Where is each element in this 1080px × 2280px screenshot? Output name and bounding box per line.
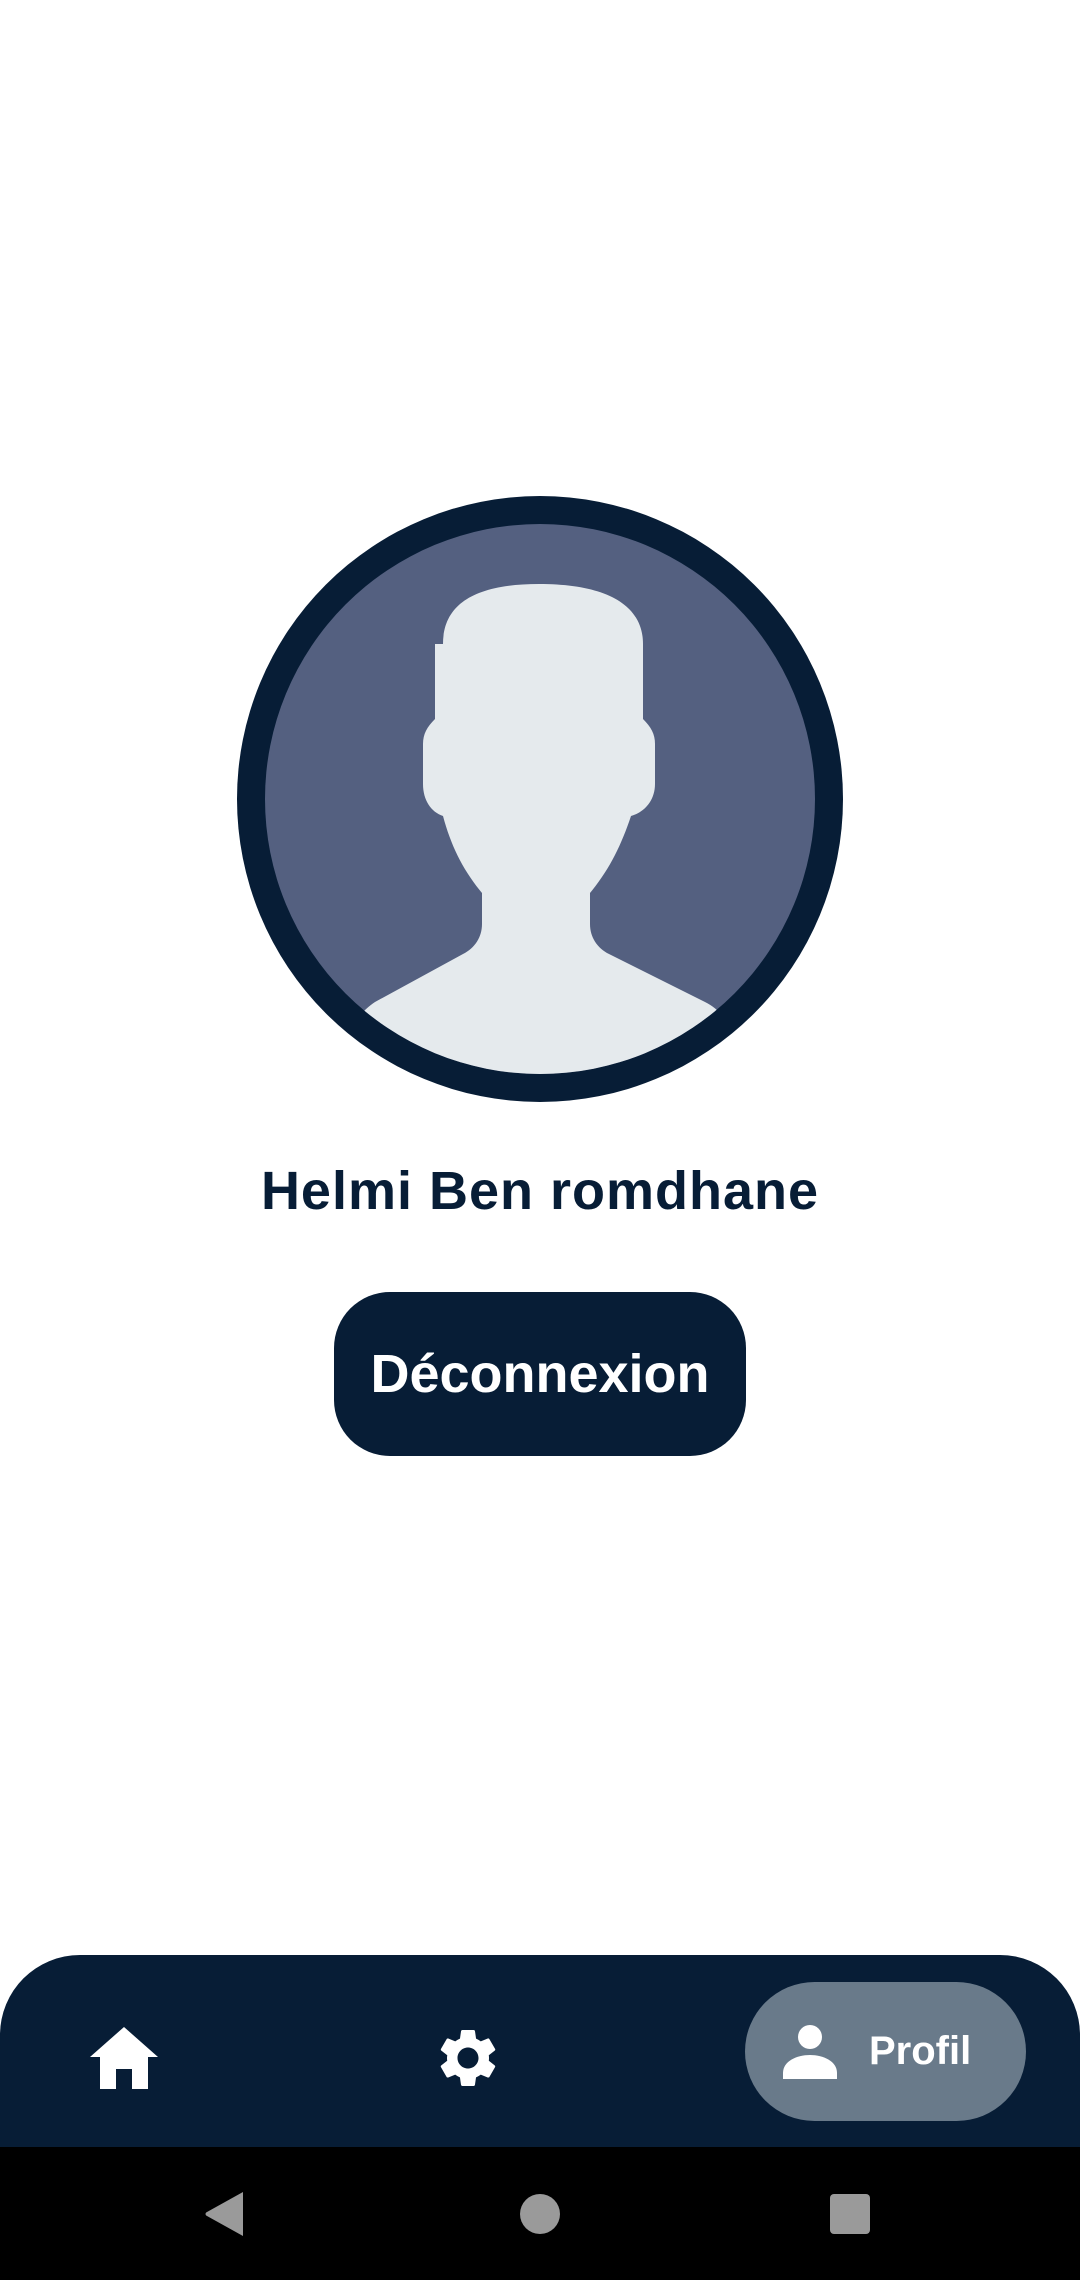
system-recents-button[interactable]	[783, 2147, 916, 2280]
avatar	[237, 496, 843, 1102]
system-home-button[interactable]	[473, 2147, 606, 2280]
android-system-navigation-bar	[0, 2147, 1080, 2280]
nav-profile-button[interactable]: Profil	[745, 1982, 1026, 2121]
gear-icon	[440, 2030, 496, 2086]
avatar-image	[265, 524, 815, 1074]
nav-profile-label: Profil	[869, 2029, 972, 2073]
home-icon	[90, 2027, 158, 2089]
user-name: Helmi Ben romdhane	[260, 1161, 820, 1221]
back-icon	[205, 2191, 243, 2236]
user-silhouette-icon	[361, 584, 721, 1074]
home-circle-icon	[519, 2193, 560, 2234]
nav-home-button[interactable]	[76, 2010, 172, 2106]
nav-settings-button[interactable]	[420, 2010, 516, 2106]
recents-icon	[829, 2193, 870, 2234]
profile-screen: Helmi Ben romdhane Déconnexion Profil	[0, 0, 1080, 2280]
person-icon	[783, 2024, 837, 2079]
bottom-navigation-bar: Profil	[0, 1955, 1080, 2147]
system-back-button[interactable]	[158, 2147, 291, 2280]
logout-button[interactable]: Déconnexion	[334, 1292, 746, 1456]
